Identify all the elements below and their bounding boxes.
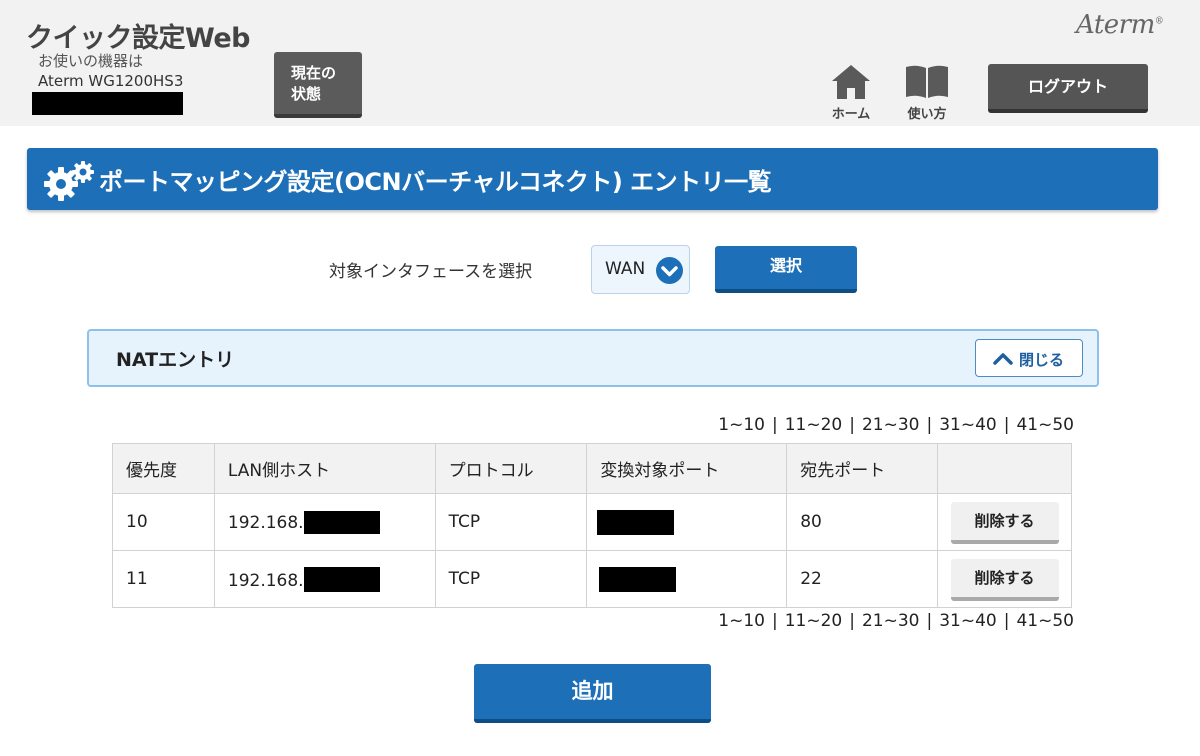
redacted-port bbox=[597, 509, 675, 535]
nat-entry-table: 優先度 LAN側ホスト プロトコル 変換対象ポート 宛先ポート 10 192.1… bbox=[112, 443, 1072, 608]
header-lan-host: LAN側ホスト bbox=[213, 443, 436, 494]
page-title: ポートマッピング設定(OCNバーチャルコネクト) エントリ一覧 bbox=[99, 168, 772, 196]
cell-lan-host: 192.168. bbox=[213, 550, 436, 608]
chevron-up-icon bbox=[993, 353, 1013, 365]
cell-protocol: TCP bbox=[434, 550, 588, 608]
status-button-line1: 現在の bbox=[291, 64, 337, 82]
table-row: 11 192.168. TCP 22 削除する bbox=[112, 550, 1072, 608]
page-link-41-50[interactable]: 41~50 bbox=[1016, 611, 1074, 631]
brand-logo-mark: ® bbox=[1154, 16, 1164, 27]
nat-panel-title: NATエントリ bbox=[116, 349, 235, 371]
nat-entry-panel: NATエントリ 閉じる bbox=[87, 329, 1099, 387]
cell-priority: 10 bbox=[112, 493, 215, 551]
app-title: クイック設定Web bbox=[26, 23, 250, 54]
cell-translated-port bbox=[586, 493, 788, 551]
header-translated-port: 変換対象ポート bbox=[586, 443, 788, 494]
interface-select-label: 対象インタフェースを選択 bbox=[329, 262, 533, 282]
cell-protocol: TCP bbox=[434, 493, 588, 551]
pagination-bottom: 1~10 | 11~20 | 21~30 | 31~40 | 41~50 bbox=[718, 611, 1074, 631]
book-icon bbox=[906, 65, 948, 98]
redacted-port bbox=[599, 566, 677, 592]
help-nav[interactable]: 使い方 bbox=[899, 64, 955, 122]
help-nav-label: 使い方 bbox=[907, 107, 947, 122]
chevron-down-icon bbox=[656, 257, 683, 284]
logout-button[interactable]: ログアウト bbox=[988, 64, 1148, 113]
home-icon bbox=[832, 65, 870, 99]
device-model: Aterm WG1200HS3 bbox=[38, 72, 184, 90]
header-protocol: プロトコル bbox=[434, 443, 588, 494]
status-button-line2: 状態 bbox=[291, 85, 322, 103]
page-link-1-10[interactable]: 1~10 bbox=[718, 611, 765, 631]
cell-action: 削除する bbox=[937, 493, 1072, 551]
table-row: 10 192.168. TCP 80 削除する bbox=[112, 493, 1072, 551]
current-status-button[interactable]: 現在の 状態 bbox=[274, 52, 362, 118]
header-action bbox=[937, 443, 1072, 494]
cell-action: 削除する bbox=[937, 550, 1072, 608]
home-nav-label: ホーム bbox=[831, 107, 871, 122]
page-link-1-10[interactable]: 1~10 bbox=[718, 415, 765, 435]
brand-logo-text: Aterm bbox=[1076, 10, 1155, 40]
page-link-31-40[interactable]: 31~40 bbox=[939, 415, 997, 435]
add-entry-button[interactable]: 追加 bbox=[474, 664, 711, 723]
redacted-ip bbox=[303, 510, 380, 534]
interface-select-value: WAN bbox=[605, 259, 646, 279]
delete-button[interactable]: 削除する bbox=[950, 502, 1059, 544]
close-panel-button[interactable]: 閉じる bbox=[975, 339, 1083, 377]
select-button[interactable]: 選択 bbox=[715, 246, 857, 293]
header-priority: 優先度 bbox=[112, 443, 215, 494]
page-link-11-20[interactable]: 11~20 bbox=[785, 415, 843, 435]
page-link-11-20[interactable]: 11~20 bbox=[785, 611, 843, 631]
page-link-41-50[interactable]: 41~50 bbox=[1016, 415, 1074, 435]
redacted-device-name bbox=[32, 92, 183, 115]
cell-destination-port: 22 bbox=[786, 550, 938, 608]
cell-priority: 11 bbox=[112, 550, 215, 608]
delete-button[interactable]: 削除する bbox=[950, 559, 1059, 601]
gear-icon bbox=[44, 161, 94, 201]
brand-logo: Aterm® bbox=[1076, 10, 1164, 40]
header: クイック設定Web お使いの機器は Aterm WG1200HS3 現在の 状態… bbox=[0, 0, 1200, 126]
lan-host-prefix: 192.168. bbox=[227, 512, 304, 533]
page-link-31-40[interactable]: 31~40 bbox=[939, 611, 997, 631]
device-caption: お使いの機器は bbox=[38, 52, 144, 70]
cell-destination-port: 80 bbox=[786, 493, 938, 551]
lan-host-prefix: 192.168. bbox=[227, 570, 304, 591]
header-destination-port: 宛先ポート bbox=[786, 443, 938, 494]
pagination-top: 1~10 | 11~20 | 21~30 | 31~40 | 41~50 bbox=[718, 415, 1074, 435]
interface-select[interactable]: WAN bbox=[591, 245, 690, 294]
close-panel-label: 閉じる bbox=[1019, 351, 1065, 369]
home-nav[interactable]: ホーム bbox=[823, 64, 879, 122]
cell-lan-host: 192.168. bbox=[213, 493, 436, 551]
table-header-row: 優先度 LAN側ホスト プロトコル 変換対象ポート 宛先ポート bbox=[112, 443, 1072, 494]
redacted-ip bbox=[303, 566, 380, 592]
cell-translated-port bbox=[586, 550, 788, 608]
page-title-bar: ポートマッピング設定(OCNバーチャルコネクト) エントリ一覧 bbox=[27, 148, 1158, 210]
page-link-21-30[interactable]: 21~30 bbox=[862, 415, 920, 435]
page-link-21-30[interactable]: 21~30 bbox=[862, 611, 920, 631]
